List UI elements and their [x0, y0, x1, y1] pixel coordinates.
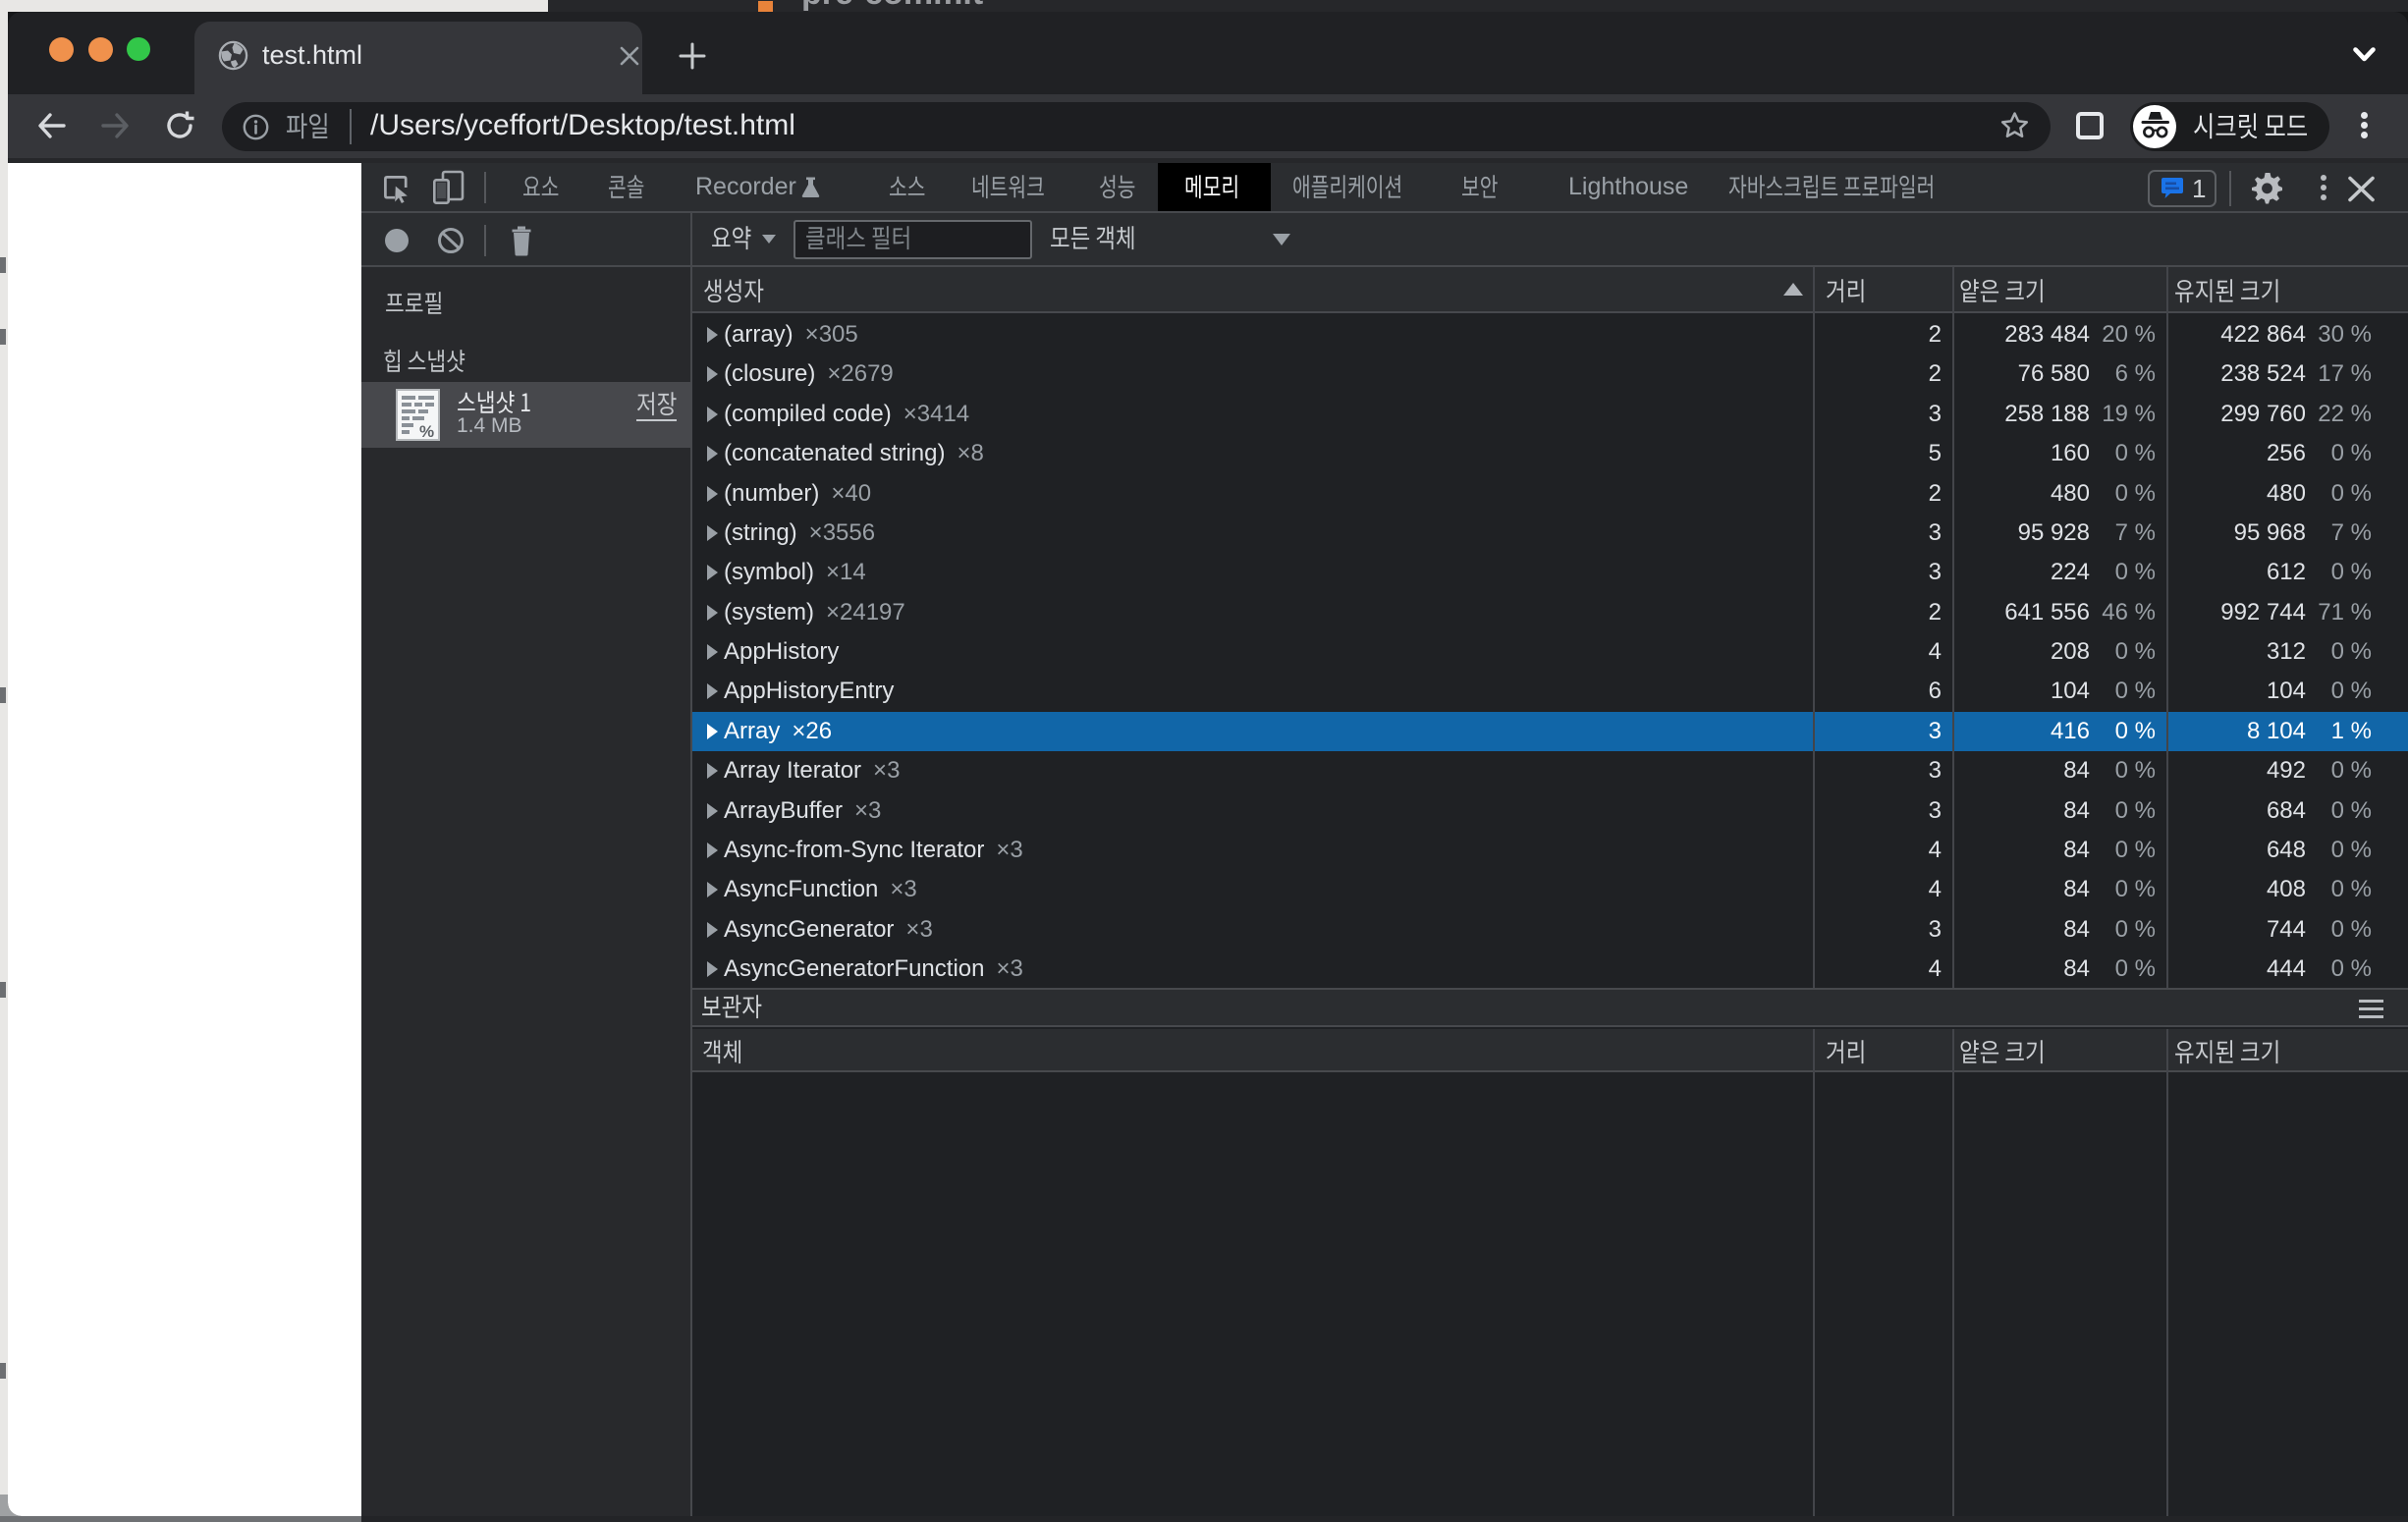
svg-text:%: % — [419, 422, 434, 441]
